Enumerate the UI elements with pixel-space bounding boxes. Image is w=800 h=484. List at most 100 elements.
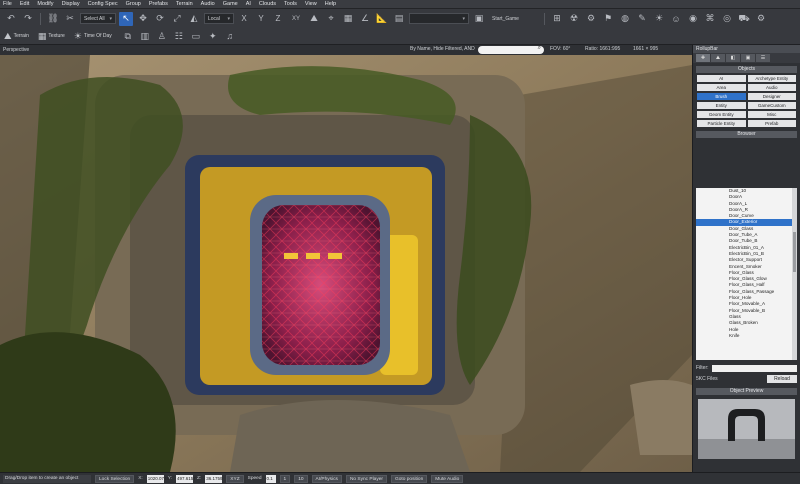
menu-clouds[interactable]: Clouds — [259, 0, 276, 9]
axis-xy-button[interactable]: XY — [288, 12, 304, 26]
browser-scrollbar[interactable] — [792, 188, 797, 360]
texture-tool[interactable]: ▦ Texture — [38, 31, 65, 42]
object-type-button[interactable]: Brush — [697, 93, 746, 100]
object-type-button[interactable]: Misc — [747, 111, 796, 118]
menu-view[interactable]: View — [305, 0, 317, 9]
filter-input[interactable] — [711, 364, 797, 372]
trackview-icon[interactable]: ▥ — [138, 29, 152, 43]
object-type-button[interactable]: Entity — [697, 102, 746, 109]
object-type-button[interactable]: Audio — [747, 84, 796, 91]
viewport-search-input[interactable]: ⌕ — [478, 45, 544, 54]
character-icon[interactable]: ♙ — [155, 29, 169, 43]
coordinate-system-select[interactable]: Local ▾ — [204, 13, 234, 24]
tab-display-icon[interactable]: ▣ — [741, 54, 755, 62]
browser-section-header[interactable]: Browser — [696, 131, 797, 138]
z-coordinate-field[interactable]: 36.1759 — [205, 474, 223, 483]
object-preview-viewport[interactable] — [698, 399, 795, 459]
vehicle-icon[interactable]: ⛟ — [737, 12, 751, 26]
globe-icon[interactable]: ◎ — [720, 12, 734, 26]
layer-select[interactable]: ▾ — [409, 13, 469, 24]
menu-terrain[interactable]: Terrain — [176, 0, 193, 9]
lock-selection-button[interactable]: Lock Selection — [95, 474, 135, 483]
tab-modelling-icon[interactable]: ◧ — [726, 54, 740, 62]
object-type-button[interactable]: AI — [697, 75, 746, 82]
menu-modify[interactable]: Modify — [37, 0, 53, 9]
undo-icon[interactable]: ↶ — [4, 12, 18, 26]
flowgraph-icon[interactable]: ⧉ — [121, 29, 135, 43]
object-type-button[interactable]: GameCustom — [747, 102, 796, 109]
ruler-icon[interactable]: 📐 — [375, 12, 389, 26]
axis-x-button[interactable]: X — [237, 12, 251, 26]
object-type-button[interactable]: Particle Entity — [697, 120, 746, 127]
snap-icon[interactable]: ⌖ — [324, 12, 338, 26]
angle-snap-icon[interactable]: ∠ — [358, 12, 372, 26]
time-of-day-tool[interactable]: ☀ Time Of Day — [74, 31, 112, 42]
selection-mask-select[interactable]: Select All ▾ — [80, 13, 116, 24]
no-sync-player-button[interactable]: No Sync Player — [345, 474, 387, 483]
xyz-toggle-button[interactable]: XYZ — [226, 474, 244, 483]
network-icon[interactable]: ⌘ — [703, 12, 717, 26]
menu-ai[interactable]: AI — [246, 0, 251, 9]
tab-terrain-icon[interactable]: ⛰ — [711, 54, 725, 62]
scene-render[interactable] — [0, 55, 692, 472]
menu-edit[interactable]: Edit — [20, 0, 29, 9]
mute-audio-button[interactable]: Mute Audio — [431, 474, 464, 483]
layer-icon[interactable]: ▤ — [392, 12, 406, 26]
axis-z-button[interactable]: Z — [271, 12, 285, 26]
object-browser-list[interactable]: Dust_10 DoorA DoorA_L DoorA_R Door_Curve Door… — [696, 188, 797, 360]
speed-10-button[interactable]: 10 — [294, 474, 308, 483]
menu-file[interactable]: File — [3, 0, 12, 9]
scale-tool-icon[interactable]: ⤢ — [170, 12, 184, 26]
menu-audio[interactable]: Audio — [201, 0, 215, 9]
menu-help[interactable]: Help — [325, 0, 336, 9]
speed-1-button[interactable]: 1 — [279, 474, 291, 483]
rotate-tool-icon[interactable]: ⟳ — [153, 12, 167, 26]
grid-icon[interactable]: ▦ — [341, 12, 355, 26]
perspective-viewport[interactable]: Perspective By Name, Hide Filtered, AND … — [0, 45, 692, 472]
object-type-button[interactable]: Geom Entity — [697, 111, 746, 118]
speed-field[interactable]: 0.1 — [265, 474, 276, 483]
menu-game[interactable]: Game — [223, 0, 238, 9]
menu-prefabs[interactable]: Prefabs — [149, 0, 168, 9]
redo-icon[interactable]: ↷ — [21, 12, 35, 26]
object-type-button[interactable]: Archetype Entity — [747, 75, 796, 82]
physics-icon[interactable]: ☢ — [567, 12, 581, 26]
edit-icon[interactable]: ✎ — [635, 12, 649, 26]
tab-layers-icon[interactable]: ☰ — [756, 54, 770, 62]
align-icon[interactable]: ⊞ — [550, 12, 564, 26]
audio-icon[interactable]: ♫ — [223, 29, 237, 43]
browser-scroll-thumb[interactable] — [793, 232, 796, 272]
menu-config-spec[interactable]: Config Spec — [88, 0, 118, 9]
goto-position-button[interactable]: Goto position — [391, 474, 428, 483]
terrain-select-icon[interactable]: ◭ — [187, 12, 201, 26]
mannequin-icon[interactable]: ☺ — [669, 12, 683, 26]
terrain-tool[interactable]: ⛰ Terrain — [4, 31, 29, 42]
terrain-snap-icon[interactable]: ⛰ — [307, 12, 321, 26]
object-type-button[interactable]: Prefab — [747, 120, 796, 127]
object-preview-header[interactable]: Object Preview — [696, 388, 797, 395]
ai-physics-button[interactable]: AI/Physics — [311, 474, 342, 483]
object-type-button[interactable]: Designer — [747, 93, 796, 100]
level-icon[interactable]: ▣ — [472, 12, 486, 26]
objects-section-header[interactable]: Objects — [696, 66, 797, 73]
pin-icon[interactable]: ✦ — [206, 29, 220, 43]
database-icon[interactable]: ☷ — [172, 29, 186, 43]
axis-y-button[interactable]: Y — [254, 12, 268, 26]
tab-objects-icon[interactable]: ✚ — [696, 54, 710, 62]
link-icon[interactable]: ⛓ — [46, 12, 60, 26]
ui-editor-icon[interactable]: ▭ — [189, 29, 203, 43]
view-icon[interactable]: ◉ — [686, 12, 700, 26]
object-type-button[interactable]: Area — [697, 84, 746, 91]
level-name[interactable]: Start_Game — [489, 13, 539, 24]
reload-button[interactable]: Reload — [767, 375, 797, 383]
unlink-icon[interactable]: ✂ — [63, 12, 77, 26]
lighting-icon[interactable]: ☀ — [652, 12, 666, 26]
simulate-icon[interactable]: ⚙ — [584, 12, 598, 26]
menu-group[interactable]: Group — [126, 0, 141, 9]
viewport-name[interactable]: Perspective — [3, 47, 29, 53]
menu-tools[interactable]: Tools — [284, 0, 297, 9]
material-icon[interactable]: ◍ — [618, 12, 632, 26]
browser-list-item[interactable]: Knife — [696, 333, 797, 339]
select-tool-icon[interactable]: ↖ — [119, 11, 133, 26]
menu-display[interactable]: Display — [62, 0, 80, 9]
